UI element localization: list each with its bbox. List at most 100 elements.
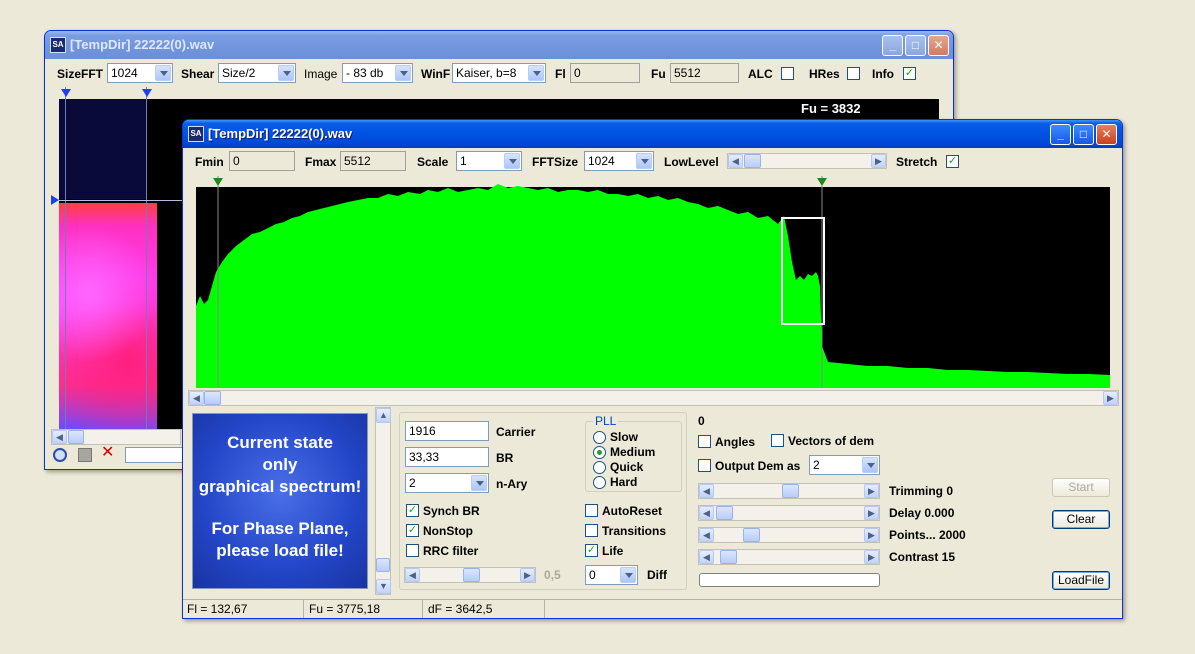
- loadfile-button[interactable]: LoadFile: [1052, 571, 1110, 590]
- spectrum-view[interactable]: [188, 176, 1118, 390]
- delay-slider[interactable]: ◀ ▶: [698, 505, 880, 521]
- scroll-left-icon[interactable]: ◀: [728, 154, 743, 168]
- autoreset-checkbox[interactable]: [585, 504, 598, 517]
- scroll-right-icon[interactable]: ▶: [1103, 391, 1118, 405]
- output-dem-checkbox[interactable]: [698, 459, 711, 472]
- back-hscroll[interactable]: ◀: [51, 429, 181, 445]
- pll-medium-radio[interactable]: [593, 446, 606, 459]
- scroll-left-icon[interactable]: ◀: [699, 550, 714, 564]
- maximize-icon[interactable]: □: [1073, 124, 1094, 145]
- trimming-label: Trimming 0: [889, 484, 954, 498]
- close-icon[interactable]: ✕: [1096, 124, 1117, 145]
- br-field[interactable]: 33,33: [405, 447, 489, 467]
- fmax-field[interactable]: 5512: [340, 151, 406, 171]
- scroll-right-icon[interactable]: ▶: [520, 568, 535, 582]
- info-vscroll[interactable]: ▲ ▼: [375, 407, 391, 595]
- scroll-down-icon[interactable]: ▼: [376, 579, 391, 594]
- close-icon[interactable]: ✕: [928, 35, 949, 56]
- scroll-left-icon[interactable]: ◀: [699, 506, 714, 520]
- info-checkbox[interactable]: ✓: [903, 67, 916, 80]
- spectrum-hscroll[interactable]: ◀ ▶: [188, 390, 1119, 406]
- output-dem-label: Output Dem as: [715, 459, 801, 473]
- marker-left-icon[interactable]: [61, 89, 71, 97]
- scroll-thumb[interactable]: [744, 154, 761, 168]
- minimize-icon[interactable]: _: [1050, 124, 1071, 145]
- maximize-icon[interactable]: □: [905, 35, 926, 56]
- scroll-left-icon[interactable]: ◀: [52, 430, 67, 444]
- fmin-field[interactable]: 0: [229, 151, 295, 171]
- lowlevel-slider[interactable]: ◀ ▶: [727, 153, 887, 169]
- shear-select[interactable]: Size/2: [218, 63, 296, 83]
- scroll-right-icon[interactable]: ▶: [864, 506, 879, 520]
- scroll-thumb[interactable]: [68, 430, 84, 444]
- scroll-left-icon[interactable]: ◀: [699, 484, 714, 498]
- synch-br-checkbox[interactable]: ✓: [406, 504, 419, 517]
- stretch-checkbox[interactable]: ✓: [946, 155, 959, 168]
- contrast-slider[interactable]: ◀ ▶: [698, 549, 880, 565]
- close-red-icon[interactable]: ✕: [101, 445, 117, 461]
- fftsize-select[interactable]: 1024: [584, 151, 654, 171]
- hres-checkbox[interactable]: [847, 67, 860, 80]
- scroll-right-icon[interactable]: ▶: [864, 484, 879, 498]
- nonstop-checkbox[interactable]: ✓: [406, 524, 419, 537]
- chevron-down-icon[interactable]: [620, 567, 636, 583]
- pll-slow-radio[interactable]: [593, 431, 606, 444]
- scroll-thumb[interactable]: [463, 568, 480, 582]
- scroll-up-icon[interactable]: ▲: [376, 408, 391, 423]
- image-select[interactable]: - 83 db: [342, 63, 413, 83]
- scroll-thumb[interactable]: [376, 558, 390, 572]
- scroll-thumb[interactable]: [720, 550, 737, 564]
- scroll-left-icon[interactable]: ◀: [405, 568, 420, 582]
- rrc-filter-checkbox[interactable]: [406, 544, 419, 557]
- fl-field[interactable]: 0: [570, 63, 640, 83]
- diff-select[interactable]: 0: [585, 565, 638, 585]
- rolloff-slider[interactable]: ◀ ▶: [404, 567, 536, 583]
- sizefft-label: SizeFFT: [57, 67, 104, 81]
- chevron-down-icon[interactable]: [504, 153, 520, 169]
- nary-select[interactable]: 2: [405, 473, 489, 493]
- chevron-down-icon[interactable]: [862, 457, 878, 473]
- winf-select[interactable]: Kaiser, b=8: [452, 63, 546, 83]
- transitions-checkbox[interactable]: [585, 524, 598, 537]
- life-checkbox[interactable]: ✓: [585, 544, 598, 557]
- chevron-down-icon[interactable]: [278, 65, 294, 81]
- sizefft-select[interactable]: 1024: [107, 63, 173, 83]
- start-button[interactable]: Start: [1052, 478, 1110, 497]
- chevron-down-icon[interactable]: [395, 65, 411, 81]
- chevron-down-icon[interactable]: [528, 65, 544, 81]
- scroll-left-icon[interactable]: ◀: [189, 391, 204, 405]
- lowlevel-label: LowLevel: [664, 155, 719, 169]
- scroll-right-icon[interactable]: ▶: [864, 528, 879, 542]
- output-dem-select[interactable]: 2: [809, 455, 880, 475]
- scale-select[interactable]: 1: [456, 151, 522, 171]
- minimize-icon[interactable]: _: [882, 35, 903, 56]
- marker-side-icon[interactable]: [51, 195, 59, 205]
- angles-checkbox[interactable]: [698, 435, 711, 448]
- alc-checkbox[interactable]: [781, 67, 794, 80]
- clear-button[interactable]: Clear: [1052, 510, 1110, 529]
- scale-value: 1: [460, 154, 467, 168]
- fu-field[interactable]: 5512: [670, 63, 739, 83]
- scroll-thumb[interactable]: [204, 391, 221, 405]
- back-window-titlebar[interactable]: SA [TempDir] 22222(0).wav _ □ ✕: [45, 31, 953, 59]
- points-slider[interactable]: ◀ ▶: [698, 527, 880, 543]
- pll-hard-radio[interactable]: [593, 476, 606, 489]
- trimming-slider[interactable]: ◀ ▶: [698, 483, 880, 499]
- carrier-field[interactable]: 1916: [405, 421, 489, 441]
- scroll-thumb[interactable]: [782, 484, 799, 498]
- scroll-right-icon[interactable]: ▶: [871, 154, 886, 168]
- chevron-down-icon[interactable]: [471, 475, 487, 491]
- marker-right-icon[interactable]: [142, 89, 152, 97]
- pll-quick-radio[interactable]: [593, 461, 606, 474]
- vectors-checkbox[interactable]: [771, 434, 784, 447]
- chevron-down-icon[interactable]: [636, 153, 652, 169]
- scroll-thumb[interactable]: [716, 506, 733, 520]
- info-line-2: only: [262, 455, 298, 474]
- front-window-titlebar[interactable]: SA [TempDir] 22222(0).wav _ □ ✕: [183, 120, 1122, 148]
- chevron-down-icon[interactable]: [155, 65, 171, 81]
- scroll-right-icon[interactable]: ▶: [864, 550, 879, 564]
- zoom-icon[interactable]: [53, 448, 67, 462]
- save-icon[interactable]: [78, 448, 92, 462]
- scroll-left-icon[interactable]: ◀: [699, 528, 714, 542]
- scroll-thumb[interactable]: [743, 528, 760, 542]
